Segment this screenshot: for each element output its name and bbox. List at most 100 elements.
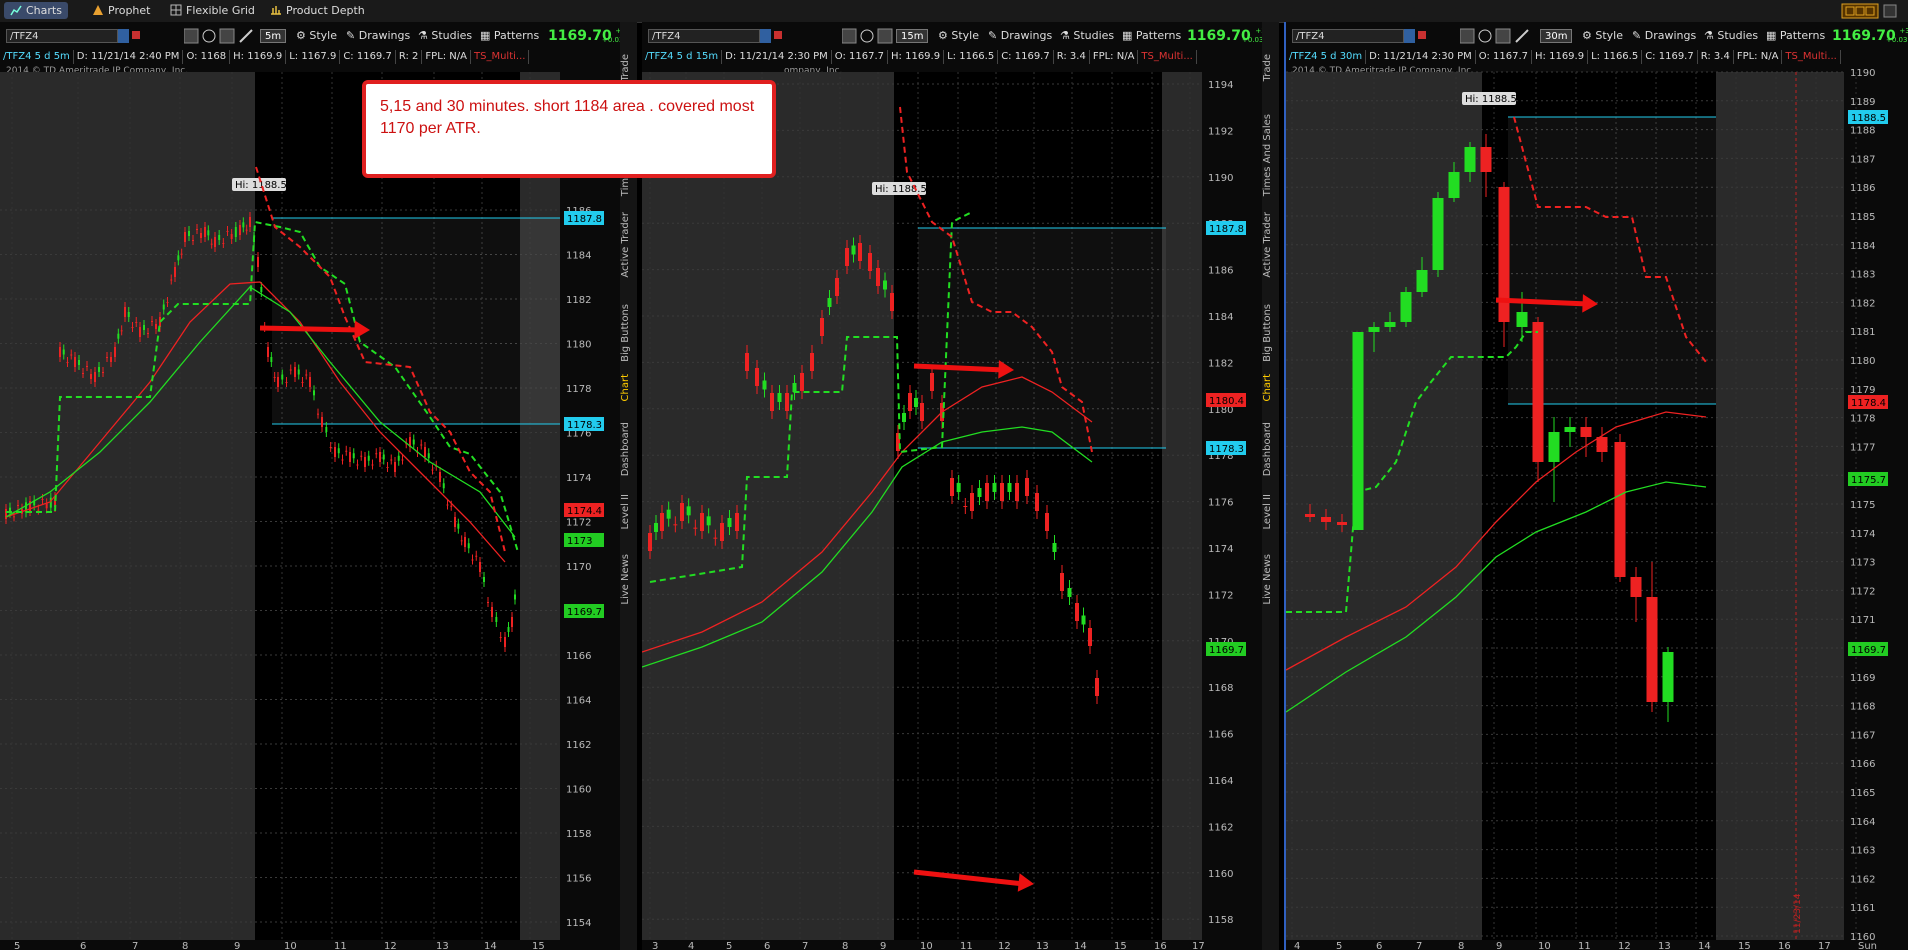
side-tab-active-trader[interactable]: Active Trader — [620, 212, 637, 278]
price-chart-30m[interactable]: 1190118911881187118611851184118311821181… — [1286, 22, 1906, 950]
candle-body — [792, 383, 797, 392]
candle-body — [914, 398, 918, 407]
side-tab-live-news[interactable]: Live News — [1262, 554, 1279, 605]
candle-body — [371, 464, 374, 466]
candle-body — [239, 225, 241, 235]
candle-body — [382, 454, 385, 460]
candle-body — [706, 516, 711, 526]
y-tick-label: 1162 — [566, 740, 591, 751]
y-tick-label: 1175 — [1850, 500, 1875, 511]
side-tab-times-and-sales[interactable]: Times And Sales — [1262, 114, 1279, 196]
candle-body — [1352, 332, 1364, 530]
y-tick-label: 1172 — [566, 518, 591, 529]
price-badge-label: 1178.3 — [1209, 444, 1244, 455]
candle-body — [845, 248, 849, 266]
candle-body — [890, 293, 894, 311]
candle-body — [810, 353, 814, 371]
candle-body — [454, 517, 456, 527]
candle-body — [200, 233, 202, 238]
candle-body — [13, 516, 15, 518]
candle-body — [495, 617, 498, 622]
candle-body — [294, 367, 296, 377]
x-tick-label: 6 — [764, 941, 770, 950]
candle-body — [1067, 588, 1072, 597]
x-tick-label: 3 — [652, 941, 658, 950]
y-tick-label: 1168 — [1850, 702, 1875, 713]
candle-body — [131, 327, 134, 328]
side-tab-level-ii[interactable]: Level II — [620, 494, 637, 529]
y-tick-label: 1171 — [1850, 615, 1875, 626]
x-tick-label: 8 — [842, 941, 848, 950]
side-tab-active-trader[interactable]: Active Trader — [1262, 212, 1279, 278]
candle-body — [117, 333, 120, 339]
candle-body — [446, 504, 449, 506]
candle-body — [143, 325, 145, 330]
tab-flexible-grid[interactable]: Flexible Grid — [164, 2, 261, 19]
candle-body — [770, 393, 774, 411]
layout-grid-button[interactable] — [1840, 3, 1900, 19]
candle-body — [514, 594, 516, 600]
y-tick-label: 1164 — [1850, 817, 1875, 828]
candle-body — [305, 374, 308, 376]
candle-body — [74, 357, 76, 367]
candle-body — [390, 459, 393, 461]
tab-prophet[interactable]: Prophet — [86, 2, 157, 19]
x-tick-label: 12 — [384, 941, 397, 950]
tab-charts-label: Charts — [26, 4, 62, 17]
candle-body — [364, 457, 366, 467]
candle-body — [439, 472, 441, 482]
candle-body — [345, 450, 348, 452]
candle-body — [367, 455, 370, 461]
candle-body — [1614, 442, 1626, 577]
y-tick-label: 1182 — [1208, 358, 1233, 369]
y-tick-label: 1164 — [566, 696, 591, 707]
side-tab-level-ii[interactable]: Level II — [1262, 494, 1279, 529]
side-tab-big-buttons[interactable]: Big Buttons — [1262, 304, 1279, 362]
side-tab-live-news[interactable]: Live News — [620, 554, 637, 605]
candle-body — [289, 369, 292, 371]
x-tick-label: 15 — [1114, 941, 1127, 950]
candle-body — [147, 333, 149, 334]
side-tab-dashboard[interactable]: Dashboard — [620, 422, 637, 476]
side-tab-big-buttons[interactable]: Big Buttons — [620, 304, 637, 362]
candle-body — [424, 447, 426, 457]
y-tick-label: 1162 — [1850, 874, 1875, 885]
y-tick-label: 1185 — [1850, 212, 1875, 223]
candle-body — [162, 304, 165, 310]
chart-panel-30m[interactable]: /TFZ4 30m ⚙ Style ✎ Drawings ⚗ Studies ▦… — [1284, 22, 1908, 950]
tab-charts[interactable]: Charts — [4, 2, 68, 19]
side-tab-chart[interactable]: Chart — [1262, 374, 1279, 401]
y-tick-label: 1184 — [1850, 241, 1875, 252]
candle-body — [745, 353, 749, 371]
candle-body — [17, 505, 19, 506]
candle-body — [94, 372, 96, 382]
candle-body — [277, 377, 279, 387]
candle-body — [762, 380, 767, 390]
tab-product-depth[interactable]: Product Depth — [264, 2, 371, 19]
candle-body — [660, 513, 664, 531]
candle-body — [487, 602, 489, 603]
candle-body — [868, 253, 872, 271]
candle-body — [827, 298, 832, 307]
y-tick-label: 1187 — [1850, 154, 1875, 165]
side-tab-trade[interactable]: Trade — [1262, 54, 1279, 81]
candle-body — [352, 453, 355, 459]
side-tab-trade[interactable]: Trade — [620, 54, 637, 81]
x-tick-label: 5 — [1336, 941, 1342, 950]
candle-body — [90, 374, 92, 379]
x-tick-label: 14 — [1698, 941, 1711, 950]
candle-body — [70, 354, 73, 356]
x-tick-label: 11 — [1578, 941, 1591, 950]
y-tick-label: 1174 — [1850, 529, 1875, 540]
y-tick-label: 1160 — [1208, 869, 1233, 880]
candle-body — [460, 540, 463, 542]
candle-body — [135, 322, 138, 323]
x-tick-label: 10 — [284, 941, 297, 950]
side-tab-dashboard[interactable]: Dashboard — [1262, 422, 1279, 476]
y-tick-label: 1192 — [1208, 126, 1233, 137]
price-badge-label: 1169.7 — [1209, 645, 1244, 656]
side-tab-chart[interactable]: Chart — [620, 374, 637, 401]
candle-body — [226, 231, 229, 232]
price-badge-label: 1187.8 — [1209, 224, 1244, 235]
y-tick-label: 1180 — [1850, 356, 1875, 367]
